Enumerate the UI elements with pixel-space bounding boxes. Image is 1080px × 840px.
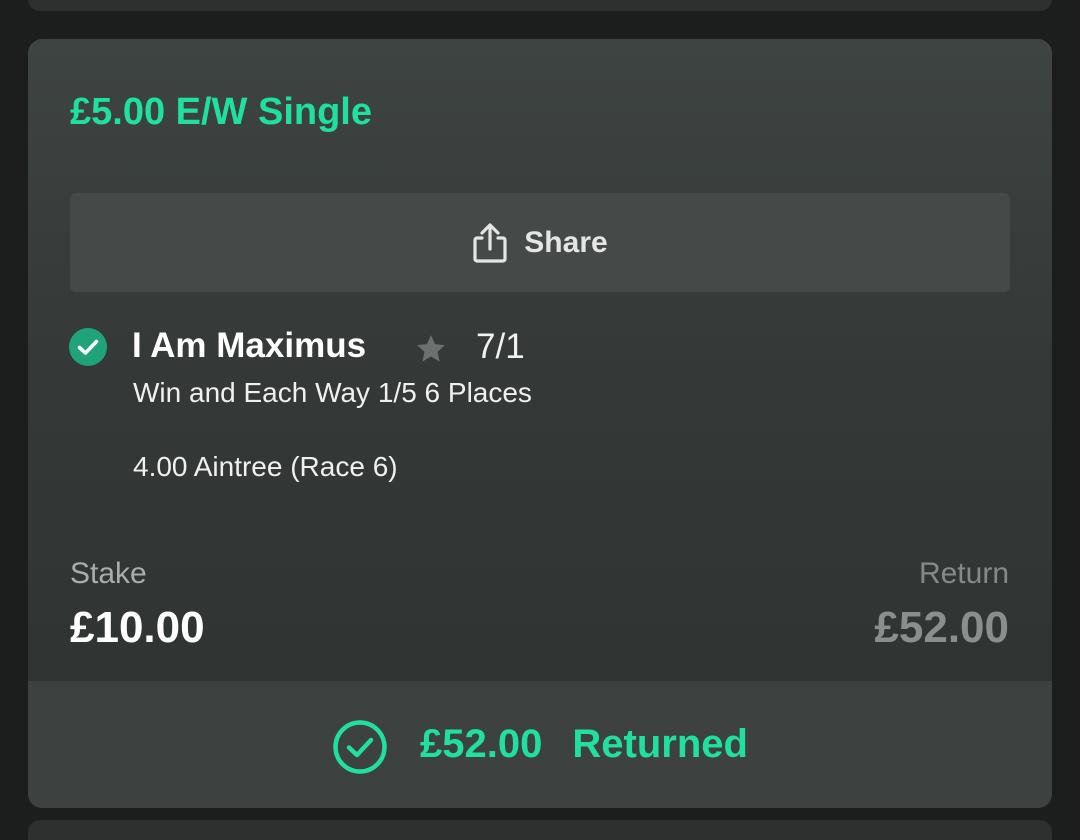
next-bet-card xyxy=(28,820,1052,840)
check-circle-outline-icon xyxy=(333,719,387,774)
selection-odds: 7/1 xyxy=(476,327,525,366)
returned-status-bar: £52.00 Returned xyxy=(28,681,1052,808)
bet-card: £5.00 E/W Single Share I Am Maximus 7/1 … xyxy=(28,39,1052,808)
share-icon xyxy=(473,222,507,263)
return-value: £52.00 xyxy=(874,603,1009,652)
share-button[interactable]: Share xyxy=(70,193,1010,292)
selection-market: Win and Each Way 1/5 6 Places xyxy=(133,377,532,408)
returned-label: Returned xyxy=(572,722,748,766)
star-icon[interactable] xyxy=(414,332,448,366)
previous-bet-card xyxy=(28,0,1052,11)
share-label: Share xyxy=(524,225,608,259)
return-label: Return xyxy=(918,557,1009,590)
stake-label: Stake xyxy=(70,557,147,590)
stake-value: £10.00 xyxy=(70,603,205,652)
bet-title: £5.00 E/W Single xyxy=(70,91,372,133)
selection-name: I Am Maximus xyxy=(132,326,367,365)
selection-event: 4.00 Aintree (Race 6) xyxy=(133,451,398,482)
check-circle-icon xyxy=(69,328,107,366)
returned-amount: £52.00 xyxy=(420,722,543,766)
